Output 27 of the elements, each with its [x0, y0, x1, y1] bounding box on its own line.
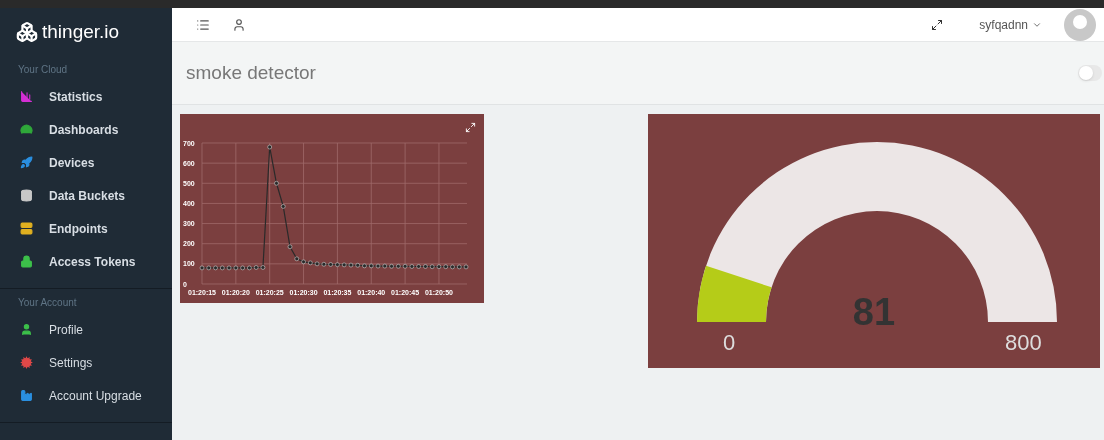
sidebar-item[interactable]: Endpoints — [0, 212, 172, 245]
logo-icon — [16, 21, 38, 43]
gauge-max: 800 — [1005, 329, 1042, 357]
sidebar-toggle-icon[interactable] — [196, 17, 210, 32]
data-point — [274, 181, 279, 186]
sidebar-item[interactable]: Dashboards — [0, 113, 172, 146]
data-point — [287, 244, 293, 250]
gauge-value: 81 — [852, 290, 896, 335]
sidebar-item[interactable]: Data Buckets — [0, 179, 172, 212]
page-title: smoke detector — [186, 60, 316, 85]
sidebar-item[interactable]: Access Tokens — [0, 245, 172, 278]
sidebar-item[interactable]: Account Upgrade — [0, 379, 172, 412]
sidebar-item[interactable]: Devices — [0, 146, 172, 179]
brand-name: thinger.io — [42, 19, 120, 44]
section-heading: Your Account — [17, 296, 78, 310]
user-menu[interactable]: syfqadnn — [979, 15, 1042, 34]
sidebar-item[interactable]: Statistics — [0, 80, 172, 113]
data-point — [267, 144, 272, 150]
fullscreen-icon[interactable] — [931, 18, 944, 31]
toggle-switch[interactable] — [1078, 65, 1102, 81]
expand-icon[interactable] — [465, 122, 476, 133]
sidebar-item[interactable]: Profile — [0, 313, 172, 346]
section-heading: Your Cloud — [17, 63, 69, 77]
sidebar-item[interactable]: Settings — [0, 346, 172, 379]
gauge-min: 0 — [723, 329, 736, 357]
user-icon[interactable] — [232, 17, 246, 32]
data-point — [280, 204, 286, 209]
